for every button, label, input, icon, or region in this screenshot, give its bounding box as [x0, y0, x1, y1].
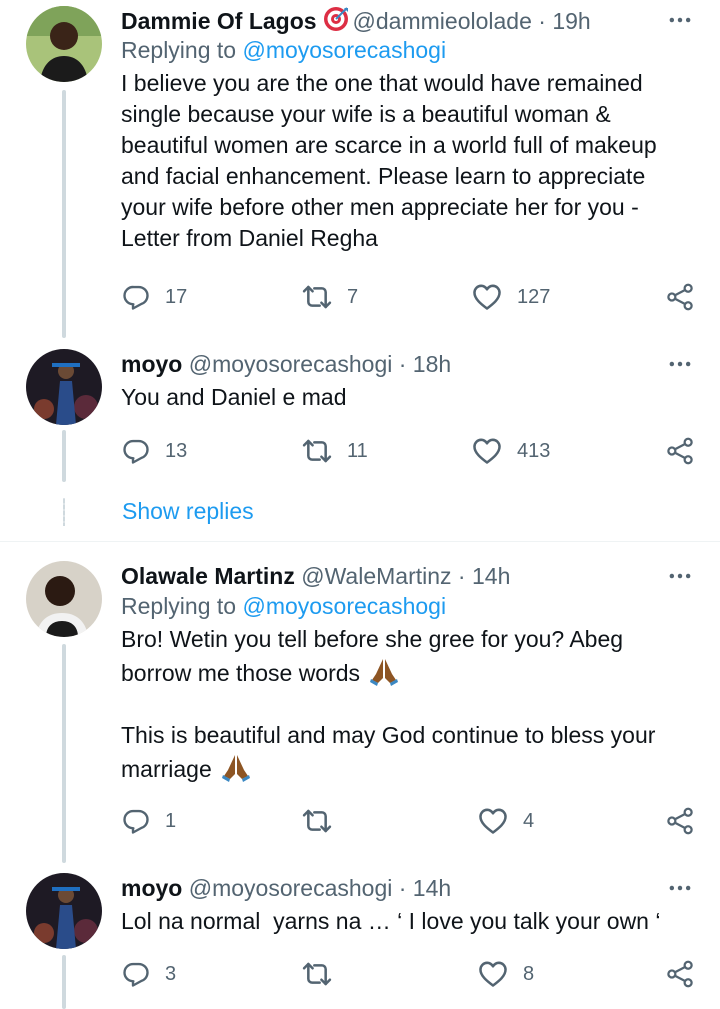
tweet-text: You and Daniel e mad	[121, 384, 347, 410]
reply-button[interactable]: 17	[121, 280, 187, 314]
user-handle[interactable]: @dammieololade	[353, 8, 532, 34]
tweet-text-line: borrow me those words	[121, 660, 361, 686]
tweet-text-line: marriage	[121, 756, 212, 782]
like-count: 4	[523, 809, 535, 832]
user-handle[interactable]: @moyosorecashogi	[189, 351, 393, 377]
separator-dot: ·	[398, 875, 407, 901]
tweet-text: Bro! Wetin you tell before she gree for …	[121, 624, 694, 785]
share-icon[interactable]	[665, 436, 695, 466]
more-icon[interactable]	[666, 350, 694, 378]
replying-to-link[interactable]: @moyosorecashogi	[242, 37, 446, 63]
thread-line	[62, 955, 66, 1009]
retweet-button[interactable]	[301, 804, 347, 838]
like-icon	[471, 281, 503, 313]
display-name[interactable]: moyo	[121, 351, 182, 377]
more-icon[interactable]	[666, 562, 694, 590]
like-icon	[477, 958, 509, 990]
retweet-icon	[301, 281, 333, 313]
like-button[interactable]: 4	[477, 804, 534, 838]
like-count: 8	[523, 962, 535, 985]
tweet-actions: 13 11 413	[121, 434, 695, 468]
reply-icon	[121, 436, 151, 466]
avatar-olawale[interactable]	[26, 561, 102, 637]
share-icon[interactable]	[665, 959, 695, 989]
replying-to: Replying to @moyosorecashogi	[121, 36, 694, 64]
show-replies-link[interactable]: Show replies	[122, 497, 254, 525]
user-handle[interactable]: @WaleMartinz	[301, 563, 451, 589]
avatar-moyo[interactable]	[26, 873, 102, 949]
tweet-text: I believe you are the one that would hav…	[121, 70, 657, 251]
like-button[interactable]: 8	[477, 957, 534, 991]
reply-icon	[121, 282, 151, 312]
tweet-text-line: Bro! Wetin you tell before she gree for …	[121, 626, 624, 652]
separator-dot: ·	[398, 351, 407, 377]
thread-line	[62, 430, 66, 482]
avatar-dammie[interactable]	[26, 6, 102, 82]
like-count: 127	[517, 285, 551, 308]
tweet-body: Olawale Martinz @WaleMartinz · 14h Reply…	[121, 562, 694, 785]
replying-prefix: Replying to	[121, 593, 237, 619]
replying-to-link[interactable]: @moyosorecashogi	[242, 593, 446, 619]
retweet-icon	[301, 435, 333, 467]
target-emoji-icon	[323, 6, 349, 38]
display-name[interactable]: moyo	[121, 875, 182, 901]
reply-count: 17	[165, 285, 188, 308]
like-icon	[471, 435, 503, 467]
reply-count: 13	[165, 439, 188, 462]
folded-hands-emoji-icon	[368, 655, 400, 687]
tweet-actions: 3 8	[121, 957, 695, 991]
timestamp[interactable]: 14h	[413, 875, 451, 901]
tweet-body: moyo @moyosorecashogi · 14h Lol na norma…	[121, 874, 694, 937]
thread-dots	[63, 498, 65, 526]
retweet-count: 7	[347, 285, 359, 308]
reply-button[interactable]: 13	[121, 434, 187, 468]
tweet-text-line: This is beautiful and may God continue t…	[121, 722, 656, 748]
retweet-button[interactable]	[301, 957, 347, 991]
tweet-header: moyo @moyosorecashogi · 14h	[121, 874, 694, 902]
reply-button[interactable]: 3	[121, 957, 176, 991]
timestamp[interactable]: 14h	[472, 563, 510, 589]
separator-dot: ·	[538, 8, 546, 34]
like-icon	[477, 805, 509, 837]
retweet-icon	[301, 805, 333, 837]
user-handle[interactable]: @moyosorecashogi	[189, 875, 393, 901]
replying-to: Replying to @moyosorecashogi	[121, 592, 694, 620]
reply-icon	[121, 959, 151, 989]
display-name[interactable]: Olawale Martinz	[121, 563, 295, 589]
tweet-header: Dammie Of Lagos @dammieololade · 19h	[121, 6, 694, 34]
share-icon[interactable]	[665, 806, 695, 836]
tweet-header: moyo @moyosorecashogi · 18h	[121, 350, 694, 378]
divider	[0, 541, 720, 542]
retweet-count: 11	[347, 439, 368, 462]
tweet-header: Olawale Martinz @WaleMartinz · 14h	[121, 562, 694, 590]
separator-dot: ·	[457, 563, 466, 589]
reply-count: 1	[165, 809, 177, 832]
more-icon[interactable]	[666, 874, 694, 902]
tweet-actions: 1 4	[121, 804, 695, 838]
reply-count: 3	[165, 962, 177, 985]
more-icon[interactable]	[666, 6, 694, 34]
reply-icon	[121, 806, 151, 836]
tweet-text: Lol na normal yarns na … ‘ I love you ta…	[121, 908, 661, 934]
retweet-button[interactable]: 11	[301, 434, 368, 468]
reply-button[interactable]: 1	[121, 804, 176, 838]
like-button[interactable]: 413	[471, 434, 550, 468]
thread-line	[62, 90, 66, 338]
like-count: 413	[517, 439, 551, 462]
timestamp[interactable]: 19h	[552, 8, 590, 34]
timestamp[interactable]: 18h	[413, 351, 451, 377]
thread-line	[62, 644, 66, 863]
replying-prefix: Replying to	[121, 37, 237, 63]
share-icon[interactable]	[665, 282, 695, 312]
avatar-moyo[interactable]	[26, 349, 102, 425]
display-name[interactable]: Dammie Of Lagos	[121, 8, 317, 34]
retweet-button[interactable]: 7	[301, 280, 358, 314]
tweet-actions: 17 7 127	[121, 280, 695, 314]
retweet-icon	[301, 958, 333, 990]
folded-hands-emoji-icon	[220, 751, 252, 783]
tweet-body: Dammie Of Lagos @dammieololade · 19h Repl…	[121, 6, 694, 254]
tweet-body: moyo @moyosorecashogi · 18h You and Dani…	[121, 350, 694, 413]
like-button[interactable]: 127	[471, 280, 550, 314]
